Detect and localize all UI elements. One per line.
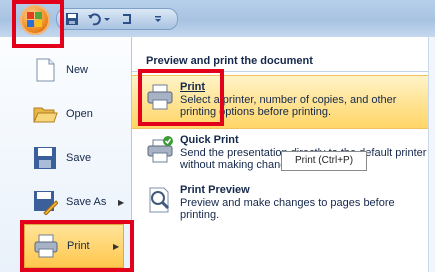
- menu-item-label: Save: [66, 152, 92, 164]
- menu-item-label: Print: [67, 240, 90, 252]
- submenu-arrow-icon: ▶: [113, 241, 120, 251]
- menu-item-label: Open: [66, 108, 93, 120]
- title-bar: [0, 0, 435, 38]
- option-title: Quick Print: [180, 134, 239, 146]
- panel-header: Preview and print the document: [132, 51, 435, 72]
- menu-item-save-as[interactable]: Save As ▶: [20, 180, 130, 224]
- save-as-icon: [34, 191, 58, 215]
- tooltip: Print (Ctrl+P): [281, 151, 367, 171]
- office-logo-icon: [27, 12, 43, 28]
- new-document-icon: [36, 58, 55, 82]
- submenu-arrow-icon: ▶: [118, 197, 125, 207]
- panel-edge: [428, 37, 435, 272]
- redo-icon[interactable]: [119, 12, 133, 26]
- magnifier-page-icon: [149, 187, 170, 213]
- printer-icon: [147, 84, 173, 110]
- menu-item-new[interactable]: New: [20, 48, 130, 92]
- open-folder-icon: [33, 107, 58, 123]
- option-title: Print Preview: [180, 184, 250, 196]
- menu-item-open[interactable]: Open: [20, 92, 130, 136]
- option-description: Preview and make changes to pages before…: [180, 197, 395, 221]
- menu-item-save[interactable]: Save: [20, 136, 130, 180]
- quick-access-toolbar: [56, 8, 178, 30]
- undo-dropdown-icon[interactable]: [103, 12, 111, 26]
- menu-item-print[interactable]: Print ▶: [24, 224, 124, 268]
- option-print[interactable]: Print Select a printer, number of copies…: [132, 75, 435, 129]
- customize-qat-icon[interactable]: [153, 12, 163, 26]
- save-disk-icon: [34, 147, 56, 169]
- printer-icon: [34, 234, 58, 258]
- option-description: Select a printer, number of copies, and …: [180, 94, 397, 118]
- save-icon[interactable]: [65, 12, 79, 26]
- undo-icon[interactable]: [87, 12, 101, 26]
- menu-item-label: Save As: [66, 196, 107, 208]
- option-print-preview[interactable]: Print Preview Preview and make changes t…: [132, 179, 435, 231]
- menu-item-label: New: [66, 64, 89, 76]
- quick-print-icon: [147, 136, 173, 163]
- office-button[interactable]: [20, 5, 50, 35]
- option-title: Print: [180, 81, 206, 93]
